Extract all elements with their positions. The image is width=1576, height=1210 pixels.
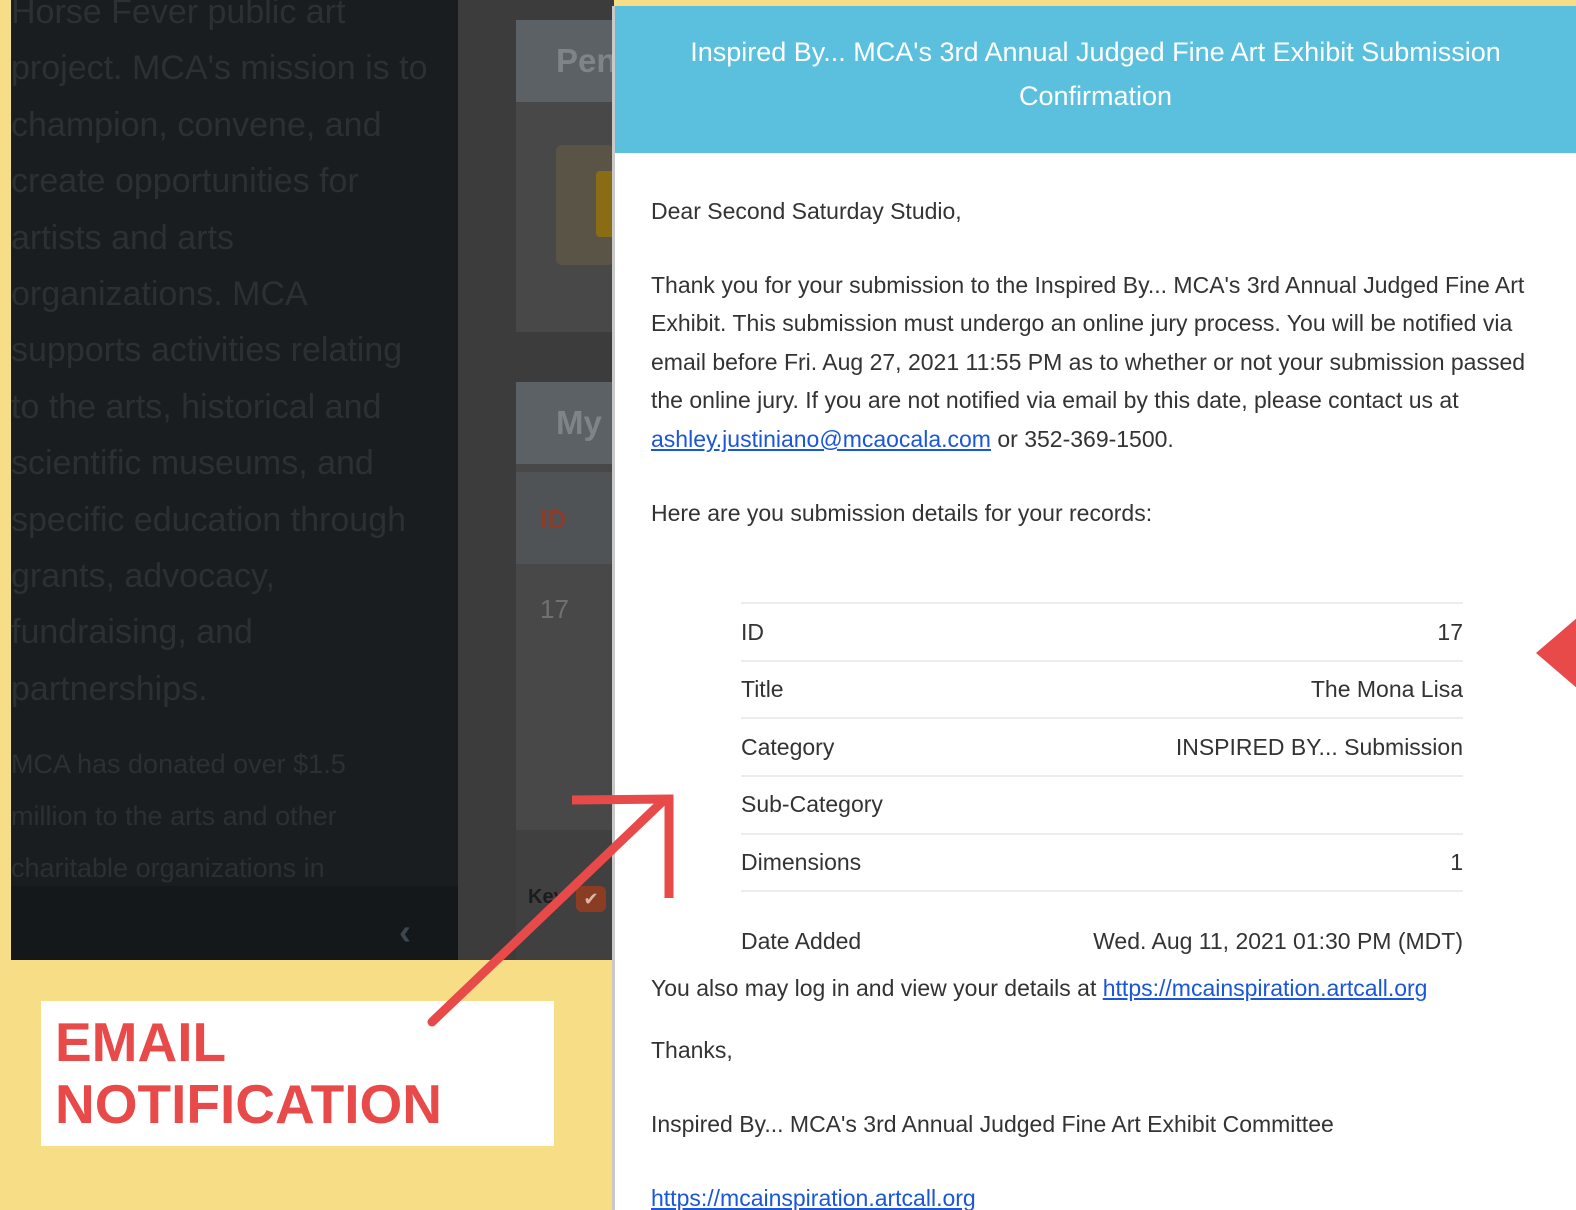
about-line: supports activities relating — [11, 331, 403, 370]
table-row: Category INSPIRED BY... Submission — [741, 717, 1463, 776]
email-paragraph-text: Thank you for your submission to the Ins… — [651, 271, 1526, 414]
email-body: Dear Second Saturday Studio, Thank you f… — [615, 192, 1576, 1210]
red-pointer-icon — [1536, 617, 1576, 689]
email-header: Inspired By... MCA's 3rd Annual Judged F… — [615, 6, 1576, 153]
about-line: champion, convene, and — [11, 105, 382, 144]
id-column-header: ID — [516, 472, 614, 564]
email-greeting: Dear Second Saturday Studio, — [651, 198, 962, 224]
about-line: grants, advocacy, — [11, 557, 275, 596]
submission-details-table: ID 17 Title The Mona Lisa Category INSPI… — [741, 602, 1463, 961]
about-line: Horse Fever public art — [11, 0, 346, 31]
site-link[interactable]: https://mcainspiration.artcall.org — [1103, 975, 1428, 1001]
email-paragraph: Thank you for your submission to the Ins… — [651, 266, 1553, 459]
key-label: Key — [528, 886, 565, 908]
table-row: ID 17 — [741, 602, 1463, 661]
table-row: Title The Mona Lisa — [741, 659, 1463, 719]
contact-email-link[interactable]: ashley.justiniano@mcaocala.com — [651, 426, 991, 452]
check-icon: ✔ — [576, 886, 606, 912]
annotation-text: EMAIL NOTIFICATION — [55, 1011, 442, 1135]
email-paragraph-phone: or 352-369-1500. — [990, 425, 1174, 452]
about-text: Horse Fever public art project. MCA's mi… — [11, 0, 451, 717]
detail-label: Category — [741, 717, 942, 776]
id-cell: 17 — [540, 594, 569, 624]
background-content: Pen My ID 17 Key ✔ — [458, 0, 614, 960]
login-note: You also may log in and view your detail… — [651, 969, 1576, 1008]
my-submissions-panel: My ID 17 — [516, 382, 614, 830]
footer-link-row: https://mcainspiration.artcall.org — [651, 1179, 1576, 1210]
pending-panel-title: Pen — [516, 20, 614, 102]
about-line: project. MCA's mission is to — [11, 49, 428, 88]
annotation-line: EMAIL — [55, 1011, 227, 1073]
about-line: fundraising, and — [11, 613, 253, 652]
detail-label: Title — [741, 659, 942, 719]
pending-panel: Pen — [516, 20, 614, 332]
about-line: scientific museums, and — [11, 444, 374, 483]
about-line: to the arts, historical and — [11, 387, 382, 426]
warning-box — [556, 145, 614, 265]
donation-line: million to the arts and other — [11, 801, 337, 831]
detail-label: Sub-Category — [741, 774, 942, 834]
background-sidebar: Horse Fever public art project. MCA's mi… — [11, 0, 458, 960]
email-notification: Inspired By... MCA's 3rd Annual Judged F… — [612, 6, 1576, 1210]
email-thanks: Thanks, — [651, 1037, 733, 1064]
annotation-label: EMAIL NOTIFICATION — [41, 1001, 554, 1146]
annotation-line: NOTIFICATION — [55, 1073, 442, 1135]
donation-line: MCA has donated over $1.5 — [11, 749, 346, 779]
table-row: Sub-Category — [741, 774, 1463, 834]
about-line: create opportunities for — [11, 162, 359, 201]
sidebar-footer — [11, 886, 458, 960]
detail-value — [941, 774, 1463, 834]
donation-text: MCA has donated over $1.5 million to the… — [11, 738, 411, 894]
detail-value: The Mona Lisa — [941, 659, 1463, 719]
chevron-left-icon[interactable]: ‹ — [399, 912, 411, 952]
detail-value: Wed. Aug 11, 2021 01:30 PM (MDT) — [941, 890, 1463, 961]
detail-value: 1 — [941, 832, 1463, 892]
my-panel-title: My — [516, 382, 614, 464]
about-line: artists and arts — [11, 218, 234, 257]
footer-site-link[interactable]: https://mcainspiration.artcall.org — [651, 1185, 976, 1210]
about-line: organizations. MCA — [11, 275, 308, 314]
email-signature: Inspired By... MCA's 3rd Annual Judged F… — [651, 1110, 1334, 1137]
details-intro: Here are you submission details for your… — [651, 499, 1153, 526]
about-line: partnerships. — [11, 669, 208, 708]
table-row: Dimensions 1 — [741, 832, 1463, 892]
detail-label: Dimensions — [741, 832, 942, 892]
key-bar: Key ✔ — [516, 830, 614, 960]
login-note-text: You also may log in and view your detail… — [651, 974, 1103, 1001]
detail-value: 17 — [941, 602, 1463, 661]
about-line: specific education through — [11, 500, 407, 539]
detail-label: Date Added — [741, 890, 942, 961]
detail-label: ID — [741, 602, 942, 661]
table-row: Date Added Wed. Aug 11, 2021 01:30 PM (M… — [741, 890, 1463, 961]
detail-value: INSPIRED BY... Submission — [941, 717, 1463, 776]
